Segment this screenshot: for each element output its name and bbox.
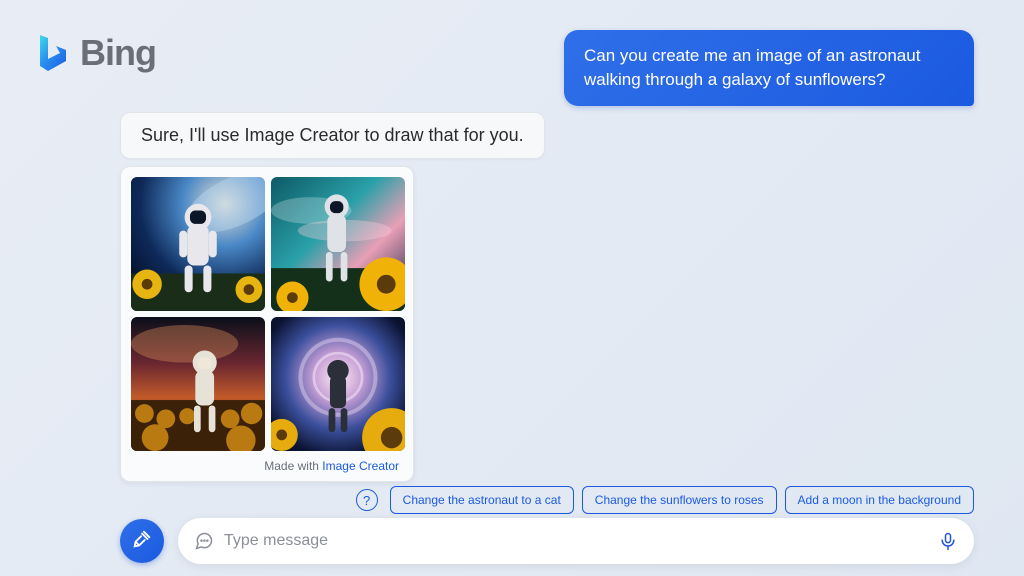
help-icon[interactable]: ? (356, 489, 378, 511)
generated-image-1[interactable] (131, 177, 265, 311)
new-topic-button[interactable] (120, 519, 164, 563)
assistant-message-text: Sure, I'll use Image Creator to draw tha… (141, 125, 524, 145)
image-creator-link[interactable]: Image Creator (322, 459, 399, 473)
suggestion-row: ? Change the astronaut to a cat Change t… (356, 486, 974, 514)
image-creator-card: Made with Image Creator (120, 166, 414, 482)
suggestion-chip-1[interactable]: Change the astronaut to a cat (390, 486, 574, 514)
chat-icon (194, 531, 214, 551)
bing-logo: Bing (34, 32, 156, 74)
generated-image-3[interactable] (131, 317, 265, 451)
caption-prefix: Made with (264, 459, 322, 473)
microphone-icon[interactable] (938, 531, 958, 551)
suggestion-chip-2[interactable]: Change the sunflowers to roses (582, 486, 777, 514)
composer-row (120, 518, 974, 564)
user-message-text: Can you create me an image of an astrona… (584, 46, 920, 89)
bing-logo-icon (34, 33, 70, 73)
broom-icon (131, 528, 153, 555)
image-card-caption: Made with Image Creator (131, 451, 403, 475)
bing-logo-text: Bing (80, 32, 156, 74)
message-input[interactable] (224, 532, 938, 550)
image-grid (131, 177, 405, 451)
user-message-bubble: Can you create me an image of an astrona… (564, 30, 974, 106)
generated-image-4[interactable] (271, 317, 405, 451)
generated-image-2[interactable] (271, 177, 405, 311)
assistant-message-bubble: Sure, I'll use Image Creator to draw tha… (120, 112, 545, 159)
message-composer[interactable] (178, 518, 974, 564)
suggestion-chip-3[interactable]: Add a moon in the background (785, 486, 974, 514)
